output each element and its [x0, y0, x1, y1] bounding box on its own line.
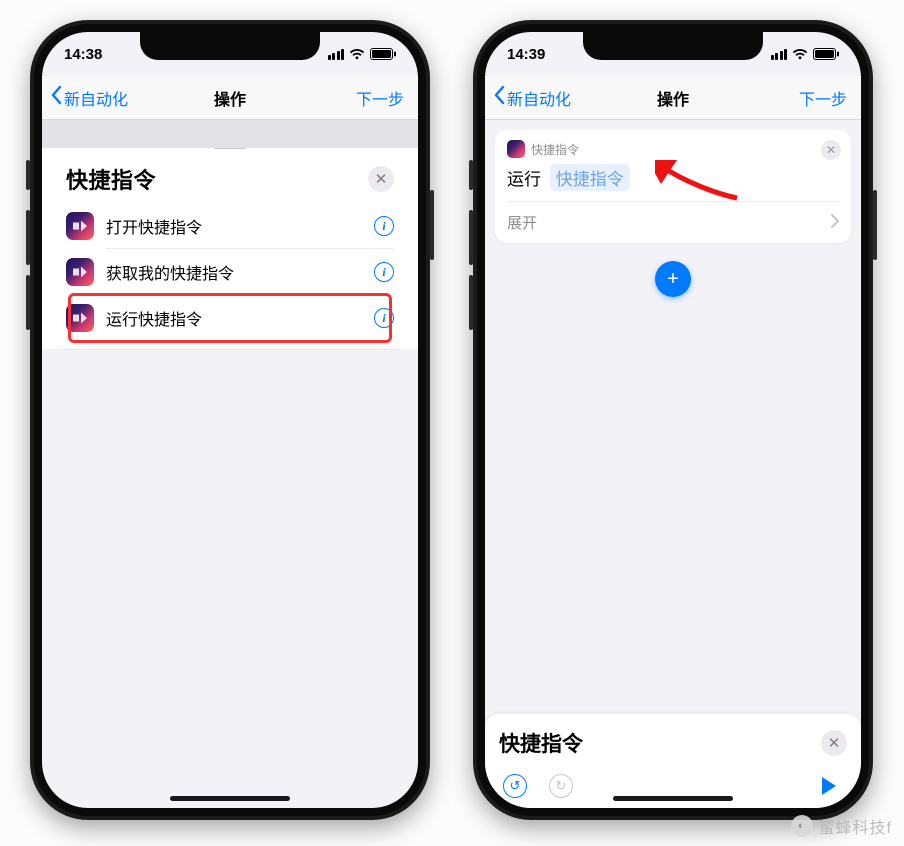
status-time: 14:38	[64, 46, 102, 63]
list-item[interactable]: 运行快捷指令 i	[66, 295, 394, 341]
add-action-button[interactable]: +	[655, 261, 691, 297]
close-icon: ✕	[826, 143, 836, 157]
status-icons	[771, 48, 840, 60]
card-app-label: 快捷指令	[531, 141, 579, 158]
home-indicator[interactable]	[170, 796, 290, 801]
nav-bar: 新自动化 操作 下一步	[485, 76, 861, 120]
nav-title: 操作	[214, 86, 246, 110]
action-card[interactable]: 快捷指令 ✕ 运行 快捷指令 展开	[495, 130, 851, 243]
status-time: 14:39	[507, 46, 545, 63]
cellular-icon	[328, 49, 345, 60]
nav-bar: 新自动化 操作 下一步	[42, 76, 418, 120]
card-close-button[interactable]: ✕	[821, 140, 841, 160]
screen-right: 14:39 新自动化 操作	[485, 32, 861, 808]
watermark-text: 蜜蜂科技f	[819, 814, 892, 838]
expand-label: 展开	[507, 212, 537, 233]
expand-row[interactable]: 展开	[507, 201, 839, 243]
list-item[interactable]: 获取我的快捷指令 i	[66, 249, 394, 295]
shortcuts-app-icon	[66, 258, 94, 286]
shortcuts-app-icon	[507, 140, 525, 158]
phone-left: 14:38 新自动化 操作	[30, 20, 430, 820]
list-item[interactable]: 打开快捷指令 i	[66, 203, 394, 249]
wifi-icon	[349, 48, 365, 60]
wechat-icon: ◐	[791, 815, 813, 837]
wifi-icon	[792, 48, 808, 60]
shortcuts-app-icon	[66, 212, 94, 240]
run-button[interactable]	[819, 774, 843, 798]
play-icon	[822, 777, 836, 795]
bottom-sheet: 快捷指令 ✕ ↺ ↻	[485, 714, 861, 808]
watermark: ◐ 蜜蜂科技f	[791, 814, 892, 838]
list-item-label: 打开快捷指令	[106, 214, 374, 238]
plus-icon: +	[667, 268, 679, 291]
shortcuts-panel: 快捷指令 ✕ 打开快捷指令 i	[52, 149, 408, 349]
nav-title: 操作	[657, 86, 689, 110]
action-list: 打开快捷指令 i 获取我的快捷指令 i 运行快捷指令	[66, 203, 394, 341]
sheet-close-button[interactable]: ✕	[821, 730, 847, 756]
back-label: 新自动化	[507, 86, 571, 110]
list-item-label: 获取我的快捷指令	[106, 260, 374, 284]
list-item-label: 运行快捷指令	[106, 306, 374, 330]
screen-left: 14:38 新自动化 操作	[42, 32, 418, 808]
shortcut-token[interactable]: 快捷指令	[550, 164, 630, 191]
editor-canvas: 快捷指令 ✕ 运行 快捷指令 展开	[485, 120, 861, 297]
info-button[interactable]: i	[374, 216, 394, 236]
info-button[interactable]: i	[374, 308, 394, 328]
card-action-line: 运行 快捷指令	[507, 164, 839, 201]
battery-icon	[370, 48, 396, 60]
phone-right: 14:39 新自动化 操作	[473, 20, 873, 820]
actions-drawer: 快捷指令 ✕ 打开快捷指令 i	[42, 136, 418, 349]
back-button[interactable]: 新自动化	[493, 76, 571, 119]
cellular-icon	[771, 49, 788, 60]
chevron-left-icon	[50, 85, 62, 110]
sheet-title: 快捷指令	[499, 728, 583, 758]
close-icon: ✕	[375, 170, 388, 188]
redo-button[interactable]: ↻	[549, 774, 573, 798]
back-button[interactable]: 新自动化	[50, 76, 128, 119]
close-icon: ✕	[828, 734, 841, 752]
home-indicator[interactable]	[613, 796, 733, 801]
info-button[interactable]: i	[374, 262, 394, 282]
undo-button[interactable]: ↺	[503, 774, 527, 798]
notch	[583, 32, 763, 60]
next-button[interactable]: 下一步	[356, 76, 404, 119]
drawer-backdrop	[42, 120, 418, 148]
battery-icon	[813, 48, 839, 60]
card-action-text: 运行	[507, 170, 541, 189]
chevron-left-icon	[493, 85, 505, 110]
notch	[140, 32, 320, 60]
status-icons	[328, 48, 397, 60]
close-button[interactable]: ✕	[368, 166, 394, 192]
back-label: 新自动化	[64, 86, 128, 110]
shortcuts-app-icon	[66, 304, 94, 332]
next-button[interactable]: 下一步	[799, 76, 847, 119]
panel-title: 快捷指令	[66, 163, 156, 195]
chevron-right-icon	[831, 214, 839, 232]
